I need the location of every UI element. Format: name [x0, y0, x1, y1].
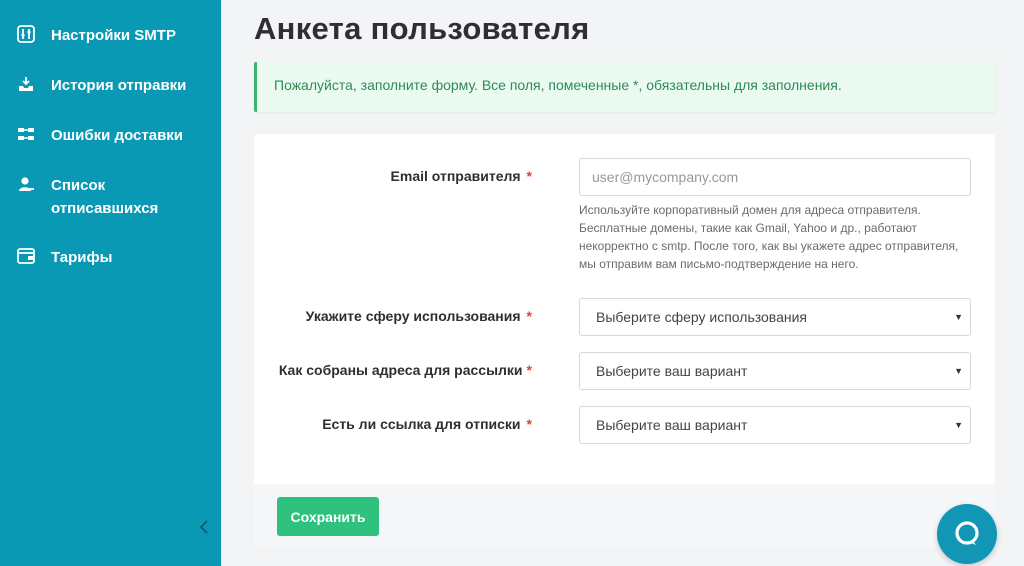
sidebar-item-send-history[interactable]: История отправки	[0, 74, 201, 97]
sidebar-item-unsubscribed-list[interactable]: Список отписавшихся	[0, 174, 201, 220]
sliders-icon	[17, 25, 35, 43]
sidebar-item-label: Ошибки доставки	[51, 127, 184, 144]
user-icon	[17, 175, 35, 193]
collected-select[interactable]: Выберите ваш вариант ▼	[579, 352, 971, 390]
caret-down-icon: ▼	[954, 420, 963, 430]
sidebar-item-label: Список отписавшихся	[51, 177, 159, 217]
email-label: Email отправителя *	[391, 168, 532, 184]
history-icon	[17, 75, 35, 93]
collected-label: Как собраны адреса для рассылки *	[279, 362, 532, 378]
required-mark: *	[526, 168, 532, 184]
usage-label-text: Укажите сферу использования	[305, 308, 521, 324]
required-mark: *	[526, 362, 532, 378]
page-title: Анкета пользователя	[254, 11, 590, 46]
unsubscribe-select-value: Выберите ваш вариант	[596, 417, 748, 433]
required-mark: *	[526, 308, 532, 324]
usage-label: Укажите сферу использования *	[306, 308, 532, 324]
email-input[interactable]	[579, 158, 971, 196]
chat-icon	[955, 521, 979, 545]
save-button[interactable]: Сохранить	[277, 497, 379, 536]
required-mark: *	[526, 416, 532, 432]
caret-down-icon: ▼	[954, 312, 963, 322]
wallet-icon	[17, 247, 35, 265]
unsubscribe-select[interactable]: Выберите ваш вариант ▼	[579, 406, 971, 444]
info-alert: Пожалуйста, заполните форму. Все поля, п…	[254, 62, 995, 112]
sidebar-item-tariffs[interactable]: Тарифы	[0, 246, 201, 269]
email-help-text: Используйте корпоративный домен для адре…	[579, 203, 959, 271]
sidebar-item-delivery-errors[interactable]: Ошибки доставки	[0, 124, 201, 147]
chevron-left-icon	[199, 520, 208, 534]
sidebar-item-label: Настройки SMTP	[51, 27, 176, 44]
collected-select-value: Выберите ваш вариант	[596, 363, 748, 379]
sidebar-item-smtp-settings[interactable]: Настройки SMTP	[0, 24, 201, 47]
sidebar-item-label: Тарифы	[51, 249, 113, 266]
email-label-text: Email отправителя	[390, 168, 521, 184]
collapse-sidebar-button[interactable]	[196, 518, 212, 536]
chat-button[interactable]	[937, 504, 997, 564]
errors-icon	[17, 125, 35, 143]
caret-down-icon: ▼	[954, 366, 963, 376]
usage-select[interactable]: Выберите сферу использования ▼	[579, 298, 971, 336]
unsubscribe-label: Есть ли ссылка для отписки *	[322, 416, 532, 432]
usage-select-value: Выберите сферу использования	[596, 309, 807, 325]
form-card: Email отправителя * Используйте корпорати…	[254, 134, 995, 547]
unsubscribe-label-text: Есть ли ссылка для отписки	[322, 416, 521, 432]
sidebar-item-label: История отправки	[51, 77, 187, 94]
sidebar: Настройки SMTP История отправки Ошибки д…	[0, 0, 221, 566]
form-footer: Сохранить	[254, 484, 995, 547]
collected-label-text: Как собраны адреса для рассылки	[278, 362, 523, 378]
